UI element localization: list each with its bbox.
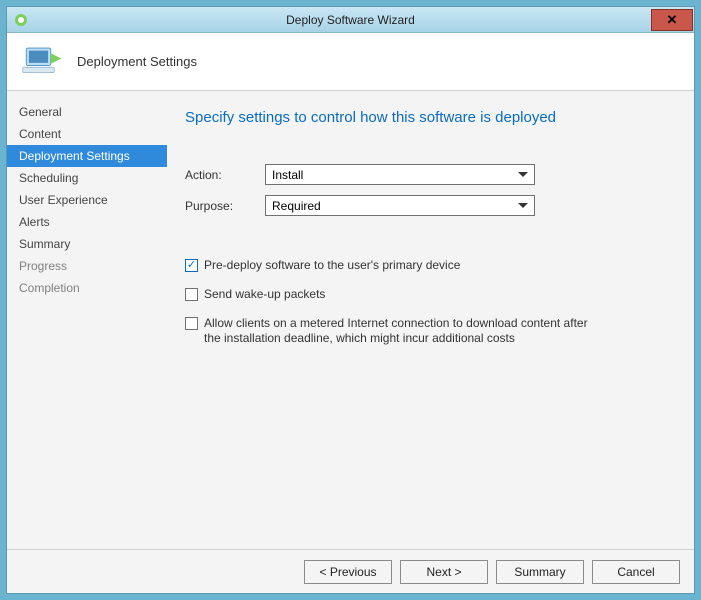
row-purpose: Purpose: Required xyxy=(185,195,670,216)
checkbox-row-metered: Allow clients on a metered Internet conn… xyxy=(185,316,670,346)
app-icon xyxy=(13,12,29,28)
checkbox-metered[interactable] xyxy=(185,317,198,330)
dropdown-action[interactable]: Install xyxy=(265,164,535,185)
close-icon: ✕ xyxy=(667,12,678,28)
page-heading: Specify settings to control how this sof… xyxy=(185,109,670,126)
checkbox-predeploy-label: Pre-deploy software to the user's primar… xyxy=(204,258,460,273)
checkbox-wakeup[interactable] xyxy=(185,288,198,301)
row-action: Action: Install xyxy=(185,164,670,185)
sidebar-item-scheduling[interactable]: Scheduling xyxy=(7,167,167,189)
checkbox-row-wakeup: Send wake-up packets xyxy=(185,287,670,302)
previous-button[interactable]: < Previous xyxy=(304,560,392,584)
next-button[interactable]: Next > xyxy=(400,560,488,584)
sidebar-item-general[interactable]: General xyxy=(7,101,167,123)
dropdown-purpose-value: Required xyxy=(272,199,321,213)
wizard-body: General Content Deployment Settings Sche… xyxy=(7,91,694,549)
cancel-button[interactable]: Cancel xyxy=(592,560,680,584)
sidebar-item-summary[interactable]: Summary xyxy=(7,233,167,255)
checkbox-wakeup-label: Send wake-up packets xyxy=(204,287,325,302)
banner-title: Deployment Settings xyxy=(77,54,197,69)
sidebar-item-alerts[interactable]: Alerts xyxy=(7,211,167,233)
sidebar-item-userexp[interactable]: User Experience xyxy=(7,189,167,211)
footer: < Previous Next > Summary Cancel xyxy=(7,549,694,593)
label-purpose: Purpose: xyxy=(185,199,265,213)
banner: Deployment Settings xyxy=(7,33,694,91)
sidebar-item-completion: Completion xyxy=(7,277,167,299)
computer-icon xyxy=(21,41,63,83)
sidebar-item-progress: Progress xyxy=(7,255,167,277)
label-action: Action: xyxy=(185,168,265,182)
sidebar-item-deployment[interactable]: Deployment Settings xyxy=(7,145,167,167)
checkbox-predeploy[interactable]: ✓ xyxy=(185,259,198,272)
checkbox-metered-label: Allow clients on a metered Internet conn… xyxy=(204,316,604,346)
content-pane: Specify settings to control how this sof… xyxy=(167,91,694,549)
wizard-window: Deploy Software Wizard ✕ Deployment Sett… xyxy=(6,6,695,594)
close-button[interactable]: ✕ xyxy=(651,9,693,31)
dropdown-action-value: Install xyxy=(272,168,303,182)
window-title: Deploy Software Wizard xyxy=(286,13,415,27)
checkbox-row-predeploy: ✓ Pre-deploy software to the user's prim… xyxy=(185,258,670,273)
sidebar-item-content[interactable]: Content xyxy=(7,123,167,145)
sidebar: General Content Deployment Settings Sche… xyxy=(7,91,167,549)
dropdown-purpose[interactable]: Required xyxy=(265,195,535,216)
titlebar: Deploy Software Wizard ✕ xyxy=(7,7,694,33)
summary-button[interactable]: Summary xyxy=(496,560,584,584)
